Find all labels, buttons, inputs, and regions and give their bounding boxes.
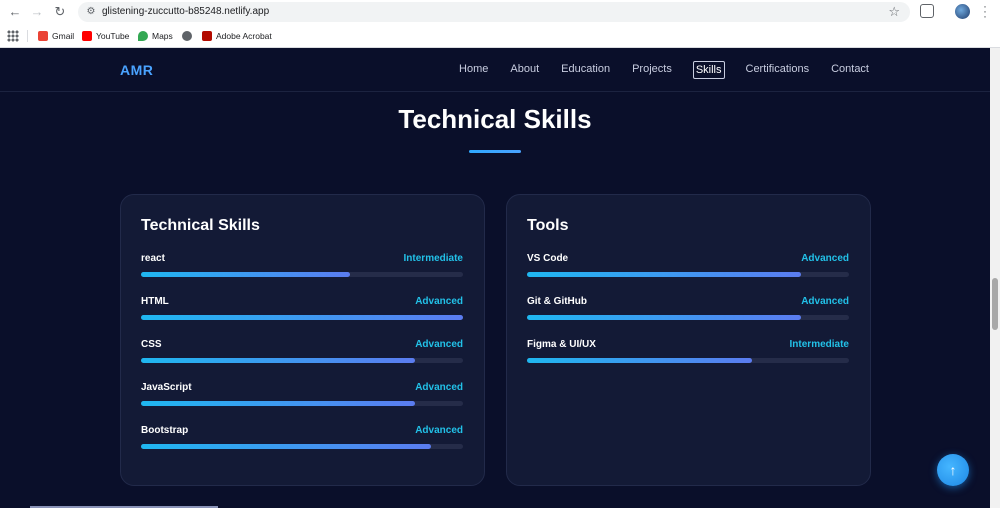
bookmark-gmail[interactable]: Gmail [38,29,74,43]
skill-level: Advanced [415,339,463,350]
skill-item: react Intermediate [141,253,463,285]
acrobat-icon [202,31,212,41]
browser-toolbar: ← → ↻ ⚙ glistening-zuccutto-b85248.netli… [0,0,1000,24]
progress-track [141,272,463,277]
youtube-icon [82,31,92,41]
gmail-icon [38,31,48,41]
skill-level: Advanced [415,382,463,393]
section-title: Technical Skills [398,104,592,134]
skill-level: Intermediate [789,339,849,350]
card-title: Tools [527,217,569,234]
skill-name: JavaScript [141,382,192,393]
skill-level: Advanced [801,253,849,264]
bookmark-label: Gmail [52,31,75,41]
progress-track [141,401,463,406]
bookmark-globe[interactable] [182,29,192,43]
site-settings-icon[interactable]: ⚙ [84,5,98,19]
skill-name: Figma & UI/UX [527,339,596,350]
technical-skills-card: Technical Skills react Intermediate HTML… [120,194,485,486]
skill-name: Git & GitHub [527,296,587,307]
progress-track [141,444,463,449]
extensions-icon[interactable] [920,4,934,18]
skill-item: HTML Advanced [141,296,463,328]
reload-icon[interactable]: ↻ [51,3,69,21]
nav-links: Home About Education Projects Skills Cer… [458,61,870,79]
nav-education[interactable]: Education [560,61,611,79]
progress-track [527,272,849,277]
skill-name: CSS [141,339,162,350]
skill-name: react [141,253,165,264]
progress-track [527,358,849,363]
progress-track [527,315,849,320]
title-underline [469,150,521,153]
skill-level: Advanced [415,296,463,307]
bookmark-label: YouTube [96,31,130,41]
site-navbar: AMR Home About Education Projects Skills… [0,48,990,92]
bookmark-star-icon[interactable]: ☆ [888,4,900,20]
skill-item: JavaScript Advanced [141,382,463,414]
scrollbar-thumb[interactable] [992,278,998,330]
forward-icon[interactable]: → [28,3,46,21]
progress-track [141,358,463,363]
skill-name: Bootstrap [141,425,189,436]
bookmark-youtube[interactable]: YouTube [82,29,129,43]
url-text: glistening-zuccutto-b85248.netlify.app [102,6,270,17]
bookmarks-separator [27,30,28,42]
apps-grid-icon[interactable] [7,30,19,42]
page-scrollbar[interactable] [990,48,1000,508]
nav-certifications[interactable]: Certifications [745,61,811,79]
nav-skills[interactable]: Skills [692,61,725,79]
progress-fill [527,358,753,363]
progress-fill [141,358,415,363]
progress-fill [141,272,351,277]
skill-level: Advanced [801,296,849,307]
tools-card: Tools VS Code Advanced Git & GitHub Adva… [506,194,871,486]
progress-track [141,315,463,320]
skill-level: Intermediate [403,253,463,264]
maps-pin-icon [138,31,148,41]
profile-avatar[interactable] [955,4,970,19]
progress-fill [141,444,431,449]
nav-contact[interactable]: Contact [830,61,870,79]
skill-name: VS Code [527,253,569,264]
browser-menu-icon[interactable]: · · · [982,0,988,22]
skill-item: VS Code Advanced [527,253,849,285]
nav-projects[interactable]: Projects [631,61,673,79]
progress-fill [527,272,801,277]
bookmark-label: Maps [152,31,173,41]
nav-home[interactable]: Home [458,61,489,79]
bookmark-adobe-acrobat[interactable]: Adobe Acrobat [202,29,272,43]
bookmark-label: Adobe Acrobat [216,31,272,41]
browser-chrome: ← → ↻ ⚙ glistening-zuccutto-b85248.netli… [0,0,1000,48]
web-page: AMR Home About Education Projects Skills… [0,48,990,508]
progress-fill [141,401,415,406]
progress-fill [527,315,801,320]
card-title: Technical Skills [141,217,260,234]
bookmarks-bar: Gmail YouTube Maps Adobe Acrobat [0,26,1000,46]
site-logo[interactable]: AMR [120,62,153,78]
skill-item: Git & GitHub Advanced [527,296,849,328]
skill-item: Figma & UI/UX Intermediate [527,339,849,371]
skill-item: Bootstrap Advanced [141,425,463,457]
back-icon[interactable]: ← [6,3,24,21]
scroll-to-top-button[interactable]: ↑ [937,454,969,486]
skill-item: CSS Advanced [141,339,463,371]
skill-name: HTML [141,296,169,307]
skill-level: Advanced [415,425,463,436]
globe-icon [182,31,192,41]
nav-about[interactable]: About [509,61,540,79]
progress-fill [141,315,463,320]
address-bar[interactable]: ⚙ glistening-zuccutto-b85248.netlify.app… [78,2,910,22]
bookmark-maps[interactable]: Maps [138,29,173,43]
